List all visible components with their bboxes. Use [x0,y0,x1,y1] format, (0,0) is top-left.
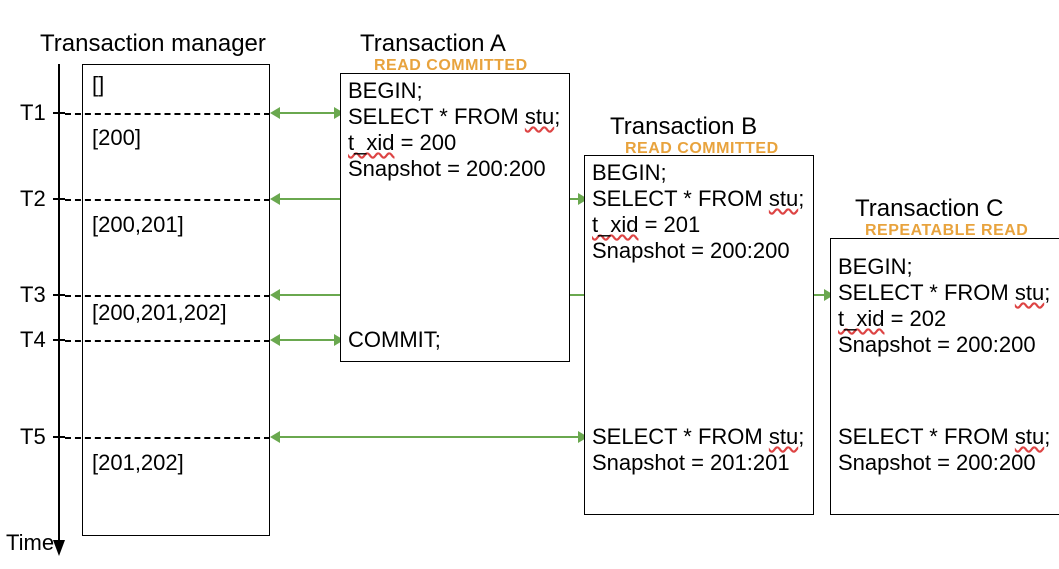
b-begin: BEGIN; [592,160,667,186]
tm-state-0: [] [92,72,104,98]
dash-t1 [65,113,270,115]
c-select: SELECT * FROM stu; [838,280,1050,306]
a-commit: COMMIT; [348,327,441,353]
header-tm: Transaction manager [40,30,266,58]
tm-state-4: [201,202] [92,450,184,476]
tick-t5: T5 [20,424,46,450]
b-select: SELECT * FROM stu; [592,186,804,212]
dash-t4 [65,340,270,342]
c-snap2: Snapshot = 200:200 [838,450,1036,476]
tm-state-3: [200,201,202] [92,300,227,326]
c-xid: t_xid = 202 [838,306,946,332]
b-select2: SELECT * FROM stu; [592,424,804,450]
tick-t3: T3 [20,282,46,308]
c-begin: BEGIN; [838,254,913,280]
a-snap: Snapshot = 200:200 [348,156,546,182]
a-begin: BEGIN; [348,78,423,104]
header-c: Transaction C [855,195,1004,223]
arrow-t1 [278,112,336,114]
c-snap: Snapshot = 200:200 [838,332,1036,358]
b-xid: t_xid = 201 [592,212,700,238]
dash-t5 [65,437,270,439]
a-select: SELECT * FROM stu; [348,104,560,130]
tick-t2: T2 [20,186,46,212]
tick-t4: T4 [20,327,46,353]
header-b: Transaction B [610,113,757,141]
a-xid: t_xid = 200 [348,130,456,156]
arrow-t4 [278,339,336,341]
dash-t3 [65,295,270,297]
header-a: Transaction A [360,30,506,58]
b-snap: Snapshot = 200:200 [592,238,790,264]
tm-state-1: [200] [92,125,141,151]
c-select2: SELECT * FROM stu; [838,424,1050,450]
time-label: Time [6,530,54,556]
b-snap2: Snapshot = 201:201 [592,450,790,476]
tick-t1: T1 [20,100,46,126]
tm-state-2: [200,201] [92,212,184,238]
dash-t2 [65,199,270,201]
arrow-t5 [278,436,580,438]
